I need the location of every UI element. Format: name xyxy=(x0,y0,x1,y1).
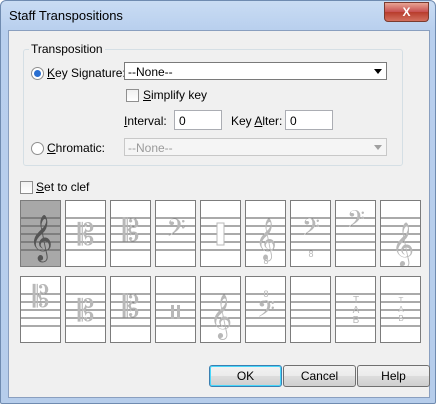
dialog-window: Staff Transpositions X Transposition Key… xyxy=(0,0,436,404)
title-bar: Staff Transpositions X xyxy=(1,1,435,31)
key-signature-label: Key Signature: xyxy=(47,66,126,80)
key-signature-label-rest: ey Signature: xyxy=(55,66,126,80)
dialog-client-area: Transposition Key Signature: --None-- Si… xyxy=(8,30,430,398)
key-signature-radio[interactable] xyxy=(31,67,44,80)
tenor-c-clef-icon: 𝄡 xyxy=(111,214,150,251)
svg-text:𝄡: 𝄡 xyxy=(123,214,140,249)
key-alter-input[interactable]: 0 xyxy=(285,110,333,130)
svg-text:8: 8 xyxy=(263,256,268,266)
bass-high-clef-icon: 𝄢 xyxy=(336,205,375,251)
svg-text:𝄞: 𝄞 xyxy=(392,222,414,267)
treble-8va-clef-tile[interactable]: 𝄞 8 xyxy=(245,200,286,267)
dialog-title: Staff Transpositions xyxy=(9,8,123,23)
bass-f-clef-tile[interactable]: 𝄢 xyxy=(155,200,196,267)
bass-high-clef-tile[interactable]: 𝄢 xyxy=(335,200,376,267)
treble-clef-tile[interactable]: 𝄞 xyxy=(20,200,61,267)
svg-text:𝄡: 𝄡 xyxy=(78,294,95,329)
tenor-c-clef-tile[interactable]: 𝄡 xyxy=(110,200,151,267)
key-signature-value: --None-- xyxy=(128,65,173,79)
svg-text:𝄡: 𝄡 xyxy=(78,218,95,253)
percussion-bars-clef-tile[interactable] xyxy=(155,276,196,343)
bass-8va-clef-tile[interactable]: 8 𝄢 xyxy=(245,276,286,343)
treble-ghost-clef-icon: 𝄞 xyxy=(201,293,240,340)
interval-label: Interval: xyxy=(124,114,167,128)
c-clef-mid-tile[interactable]: 𝄡 xyxy=(65,276,106,343)
treble-low-clef-icon: 𝄞 xyxy=(381,217,420,267)
tab-clef-icon: TAB xyxy=(336,293,375,327)
blank-clef-icon xyxy=(291,293,330,327)
c-clef-high-icon: 𝄡 xyxy=(21,280,60,327)
svg-text:𝄞: 𝄞 xyxy=(255,218,276,261)
chevron-down-icon xyxy=(374,69,382,74)
svg-text:A: A xyxy=(398,305,404,314)
tab-small-clef-icon: TAB xyxy=(381,293,420,327)
tab-clef-tile[interactable]: TAB xyxy=(335,276,376,343)
simplify-key-checkbox[interactable] xyxy=(126,89,139,102)
svg-text:𝄢: 𝄢 xyxy=(257,295,275,328)
percussion-bars-clef-icon xyxy=(156,293,195,327)
svg-text:𝄢: 𝄢 xyxy=(166,214,185,249)
svg-text:𝄡: 𝄡 xyxy=(123,290,140,325)
treble-clef-icon: 𝄞 xyxy=(21,215,60,263)
c-clef-mid-icon: 𝄡 xyxy=(66,293,105,329)
transposition-group-label: Transposition xyxy=(29,42,105,56)
bass-8vb-clef-icon: 𝄢8 xyxy=(291,213,330,259)
close-button[interactable]: X xyxy=(384,2,429,22)
simplify-key-label: Simplify key xyxy=(143,88,208,102)
help-button[interactable]: Help xyxy=(357,365,430,387)
svg-text:B: B xyxy=(398,314,403,323)
bass-f-clef-icon: 𝄢 xyxy=(156,214,195,251)
svg-text:𝄡: 𝄡 xyxy=(33,280,50,315)
c-clef-low-tile[interactable]: 𝄡 xyxy=(110,276,151,343)
ok-button[interactable]: OK xyxy=(209,365,282,387)
blank-clef-tile[interactable] xyxy=(290,276,331,343)
set-to-clef-label: Set to clef xyxy=(36,180,90,194)
cancel-button[interactable]: Cancel xyxy=(283,365,356,387)
c-clef-low-icon: 𝄡 xyxy=(111,290,150,327)
interval-input[interactable]: 0 xyxy=(174,110,222,130)
bass-8va-clef-icon: 8𝄢 xyxy=(246,289,285,328)
svg-text:𝄢: 𝄢 xyxy=(347,205,365,238)
svg-text:T: T xyxy=(399,296,404,305)
treble-8va-clef-icon: 𝄞8 xyxy=(246,217,285,266)
chromatic-value: --None-- xyxy=(128,141,173,155)
svg-text:𝄞: 𝄞 xyxy=(210,294,232,340)
alto-c-clef-icon: 𝄡 xyxy=(66,217,105,253)
treble-low-clef-tile[interactable]: 𝄞 xyxy=(380,200,421,267)
alto-c-clef-tile[interactable]: 𝄡 xyxy=(65,200,106,267)
chromatic-radio[interactable] xyxy=(31,142,44,155)
bass-8vb-clef-tile[interactable]: 𝄢 8 xyxy=(290,200,331,267)
key-signature-dropdown[interactable]: --None-- xyxy=(124,62,387,80)
svg-text:8: 8 xyxy=(308,249,313,259)
svg-text:B: B xyxy=(353,315,360,326)
chevron-down-icon xyxy=(374,145,382,150)
percussion-clef-icon xyxy=(201,217,240,251)
treble-ghost-clef-tile[interactable]: 𝄞 xyxy=(200,276,241,343)
chromatic-dropdown[interactable]: --None-- xyxy=(124,138,387,156)
c-clef-high-tile[interactable]: 𝄡 xyxy=(20,276,61,343)
chromatic-label: Chromatic: xyxy=(47,141,106,155)
set-to-clef-checkbox[interactable] xyxy=(20,181,33,194)
tab-small-clef-tile[interactable]: TAB xyxy=(380,276,421,343)
svg-text:𝄢: 𝄢 xyxy=(302,213,320,246)
svg-text:𝄞: 𝄞 xyxy=(29,215,53,263)
key-alter-label: Key Alter: xyxy=(231,114,283,128)
percussion-clef-tile[interactable] xyxy=(200,200,241,267)
